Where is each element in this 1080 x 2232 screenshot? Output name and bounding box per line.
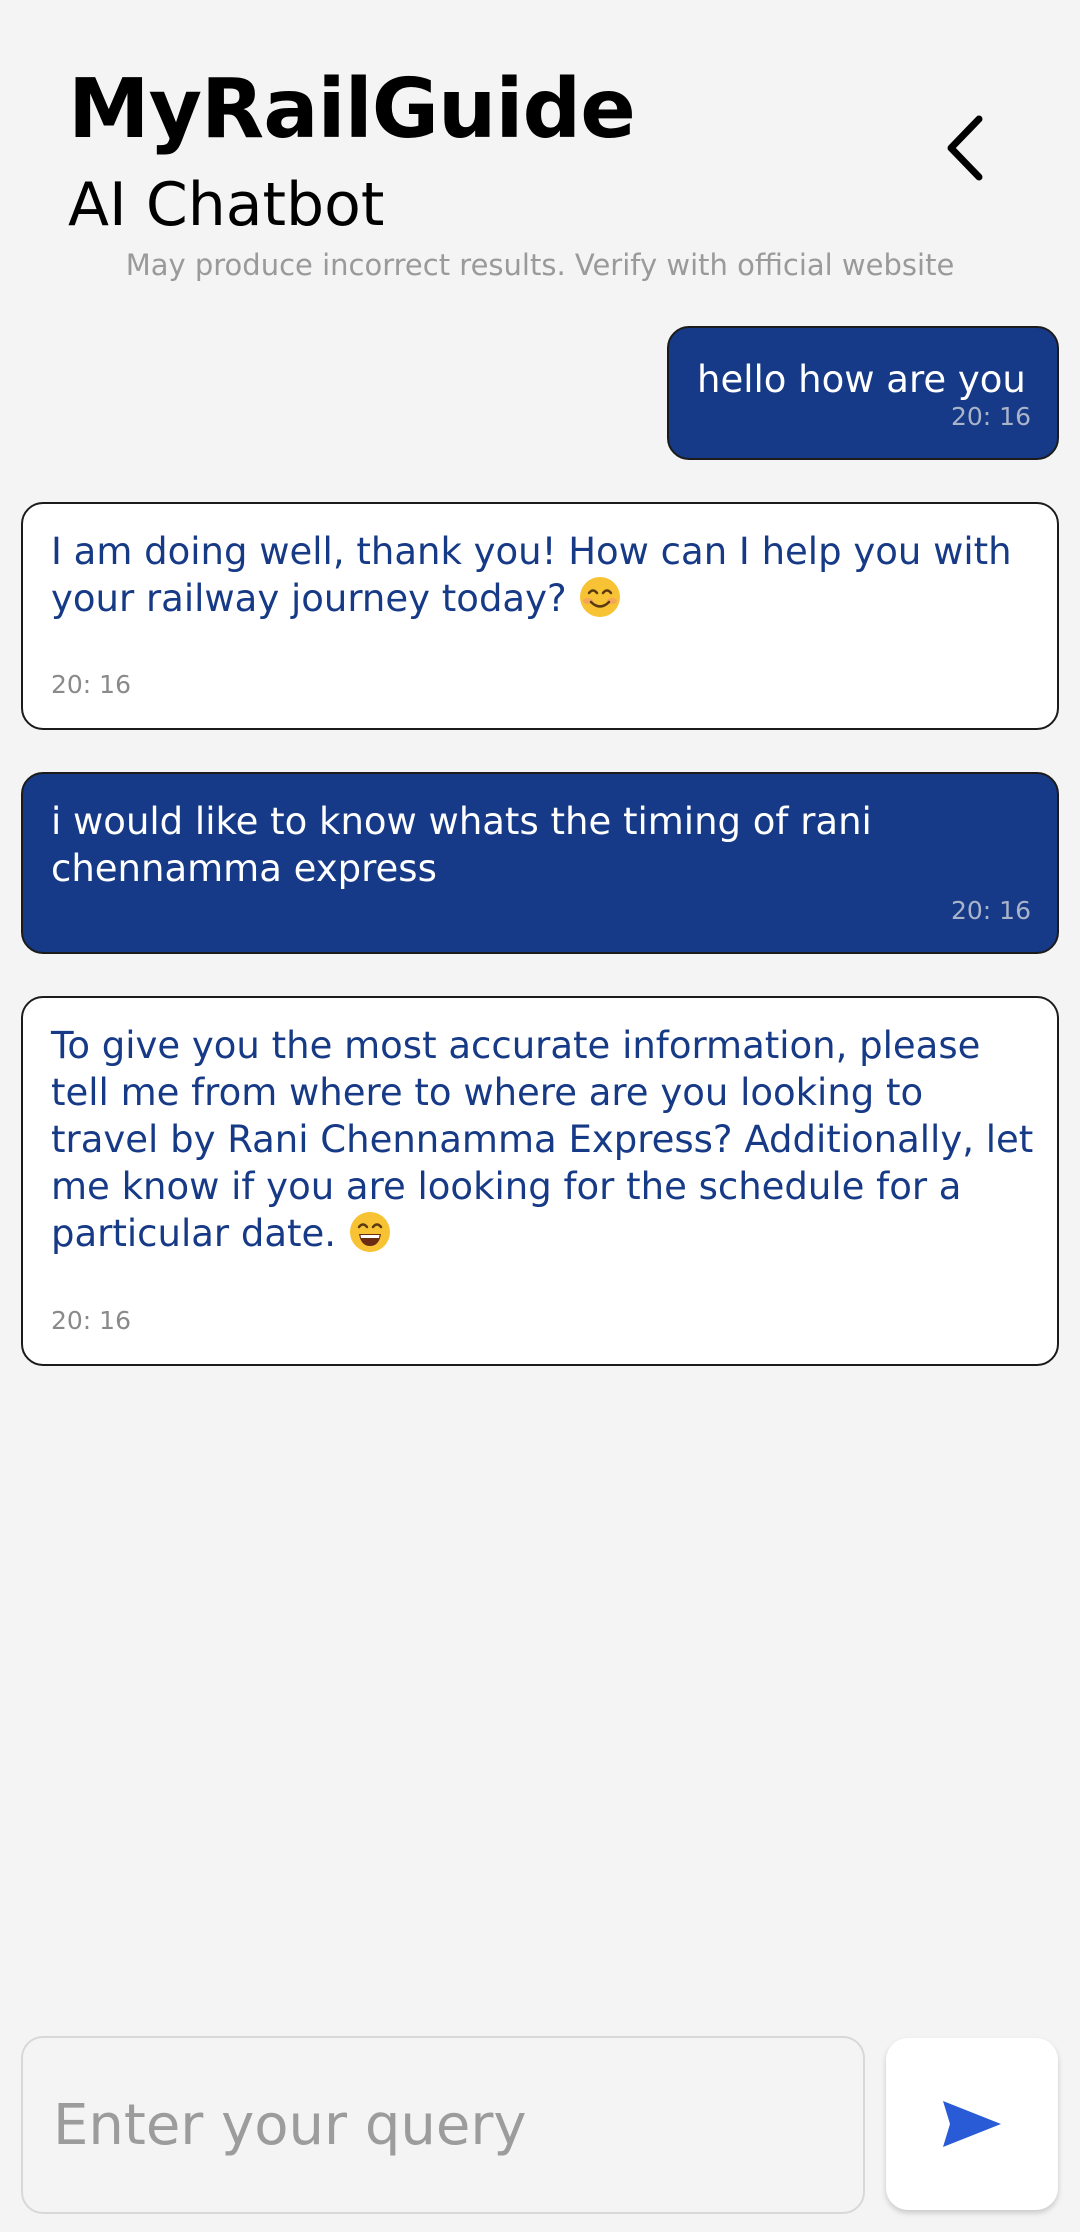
page-subtitle: AI Chatbot [68, 170, 385, 240]
back-button[interactable] [930, 108, 1000, 188]
send-button[interactable] [886, 2038, 1058, 2210]
user-message: hello how are you 20: 16 [667, 326, 1059, 460]
grinning-face-icon [349, 1212, 390, 1252]
smiling-face-icon [580, 577, 621, 617]
message-timestamp: 20: 16 [951, 402, 1031, 431]
message-timestamp: 20: 16 [951, 896, 1031, 925]
message-text: I am doing well, thank you! How can I he… [51, 530, 1012, 620]
send-icon [943, 2101, 1001, 2147]
message-timestamp: 20: 16 [51, 670, 131, 699]
bot-message: I am doing well, thank you! How can I he… [21, 502, 1059, 730]
app-title: MyRailGuide [68, 62, 636, 157]
disclaimer-text: May produce incorrect results. Verify wi… [125, 248, 955, 282]
message-text: i would like to know whats the timing of… [51, 800, 872, 890]
user-message: i would like to know whats the timing of… [21, 772, 1059, 954]
message-text: hello how are you [697, 358, 1026, 401]
chevron-left-icon [947, 115, 983, 181]
chat-header: MyRailGuide AI Chatbot May produce incor… [0, 0, 1080, 300]
query-input[interactable] [21, 2036, 865, 2214]
bot-message: To give you the most accurate informatio… [21, 996, 1059, 1366]
message-text: To give you the most accurate informatio… [51, 1024, 1034, 1255]
message-timestamp: 20: 16 [51, 1306, 131, 1335]
